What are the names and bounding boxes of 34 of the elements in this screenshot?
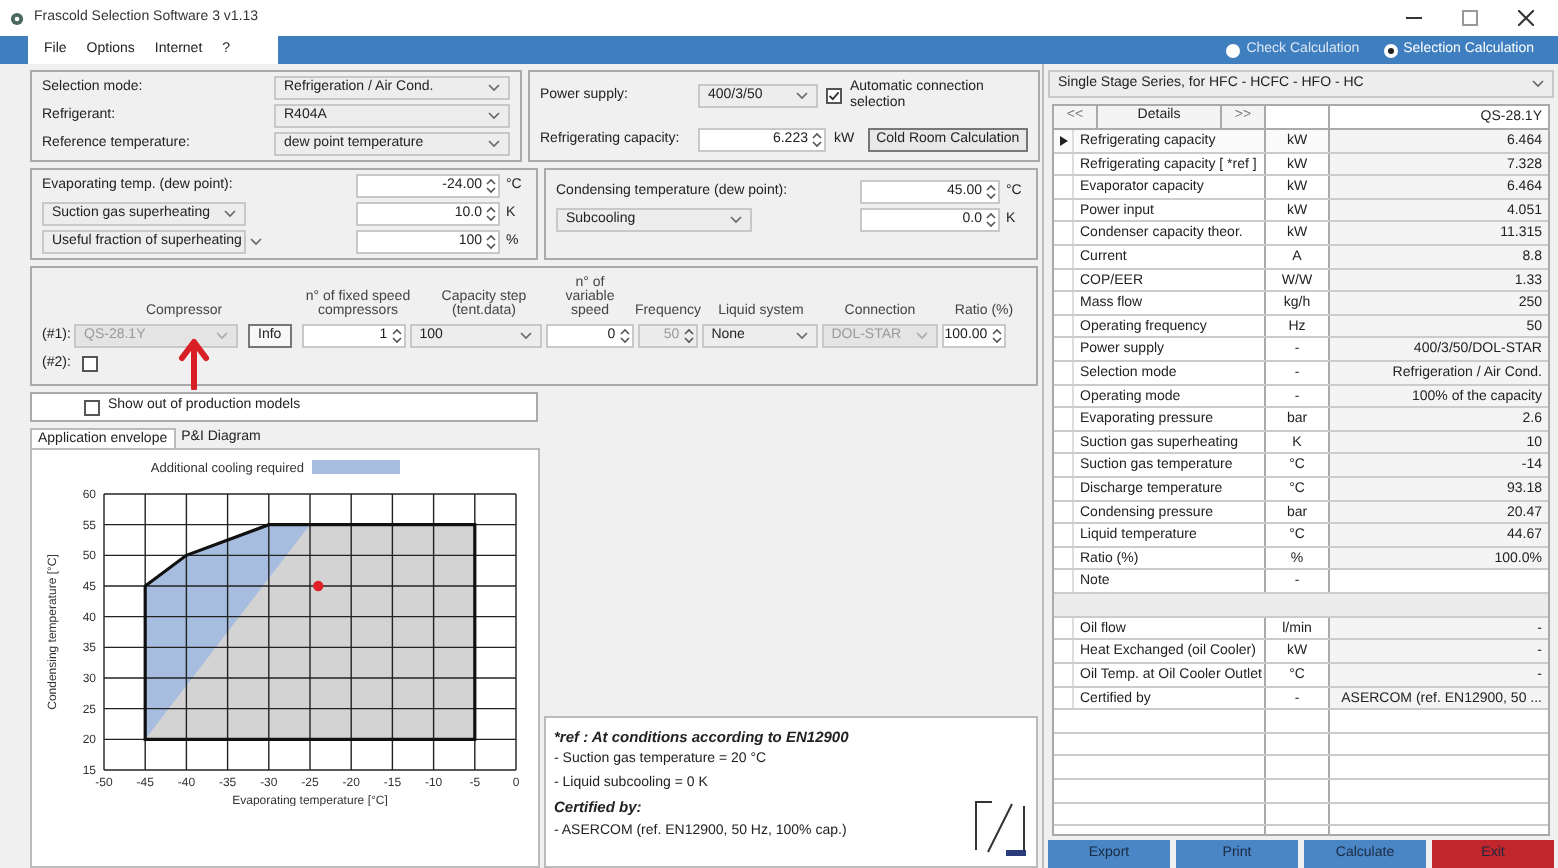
chevron-down-icon [488,140,500,148]
certification-logo-icon [972,798,1028,858]
spinner-arrows-icon [986,212,996,228]
chevron-down-icon [249,238,262,246]
chevron-down-icon [915,332,928,340]
row-pointer-icon [1059,135,1067,146]
legend-swatch [312,460,400,474]
chevron-down-icon [519,332,532,340]
chevron-down-icon [488,84,500,92]
chevron-down-icon [488,112,500,120]
spinner-arrows-icon [986,184,996,200]
chevron-down-icon [795,332,808,340]
spinner-arrows-icon [812,132,822,148]
radio-button[interactable] [1383,43,1398,57]
maximize-icon[interactable] [1462,10,1478,26]
spinner-arrows-icon [991,328,1002,344]
checkbox[interactable] [826,88,842,104]
chevron-down-icon [224,210,236,218]
spinner-arrows-icon [619,328,630,344]
checkbox[interactable] [84,399,100,415]
radio-button[interactable] [1226,43,1241,57]
spinner-arrows-icon [683,328,694,344]
spinner-arrows-icon [486,206,496,222]
close-icon[interactable] [1518,10,1534,26]
checkbox[interactable] [82,356,98,373]
chevron-down-icon [216,332,228,340]
spinner-arrows-icon [486,178,496,194]
spinner-arrows-icon [486,234,496,250]
chevron-down-icon [796,92,808,100]
chevron-down-icon [1532,80,1544,88]
up-arrow-icon [178,338,210,390]
spinner-arrows-icon [391,328,402,344]
operating-point [313,580,324,592]
chevron-down-icon [730,216,742,224]
